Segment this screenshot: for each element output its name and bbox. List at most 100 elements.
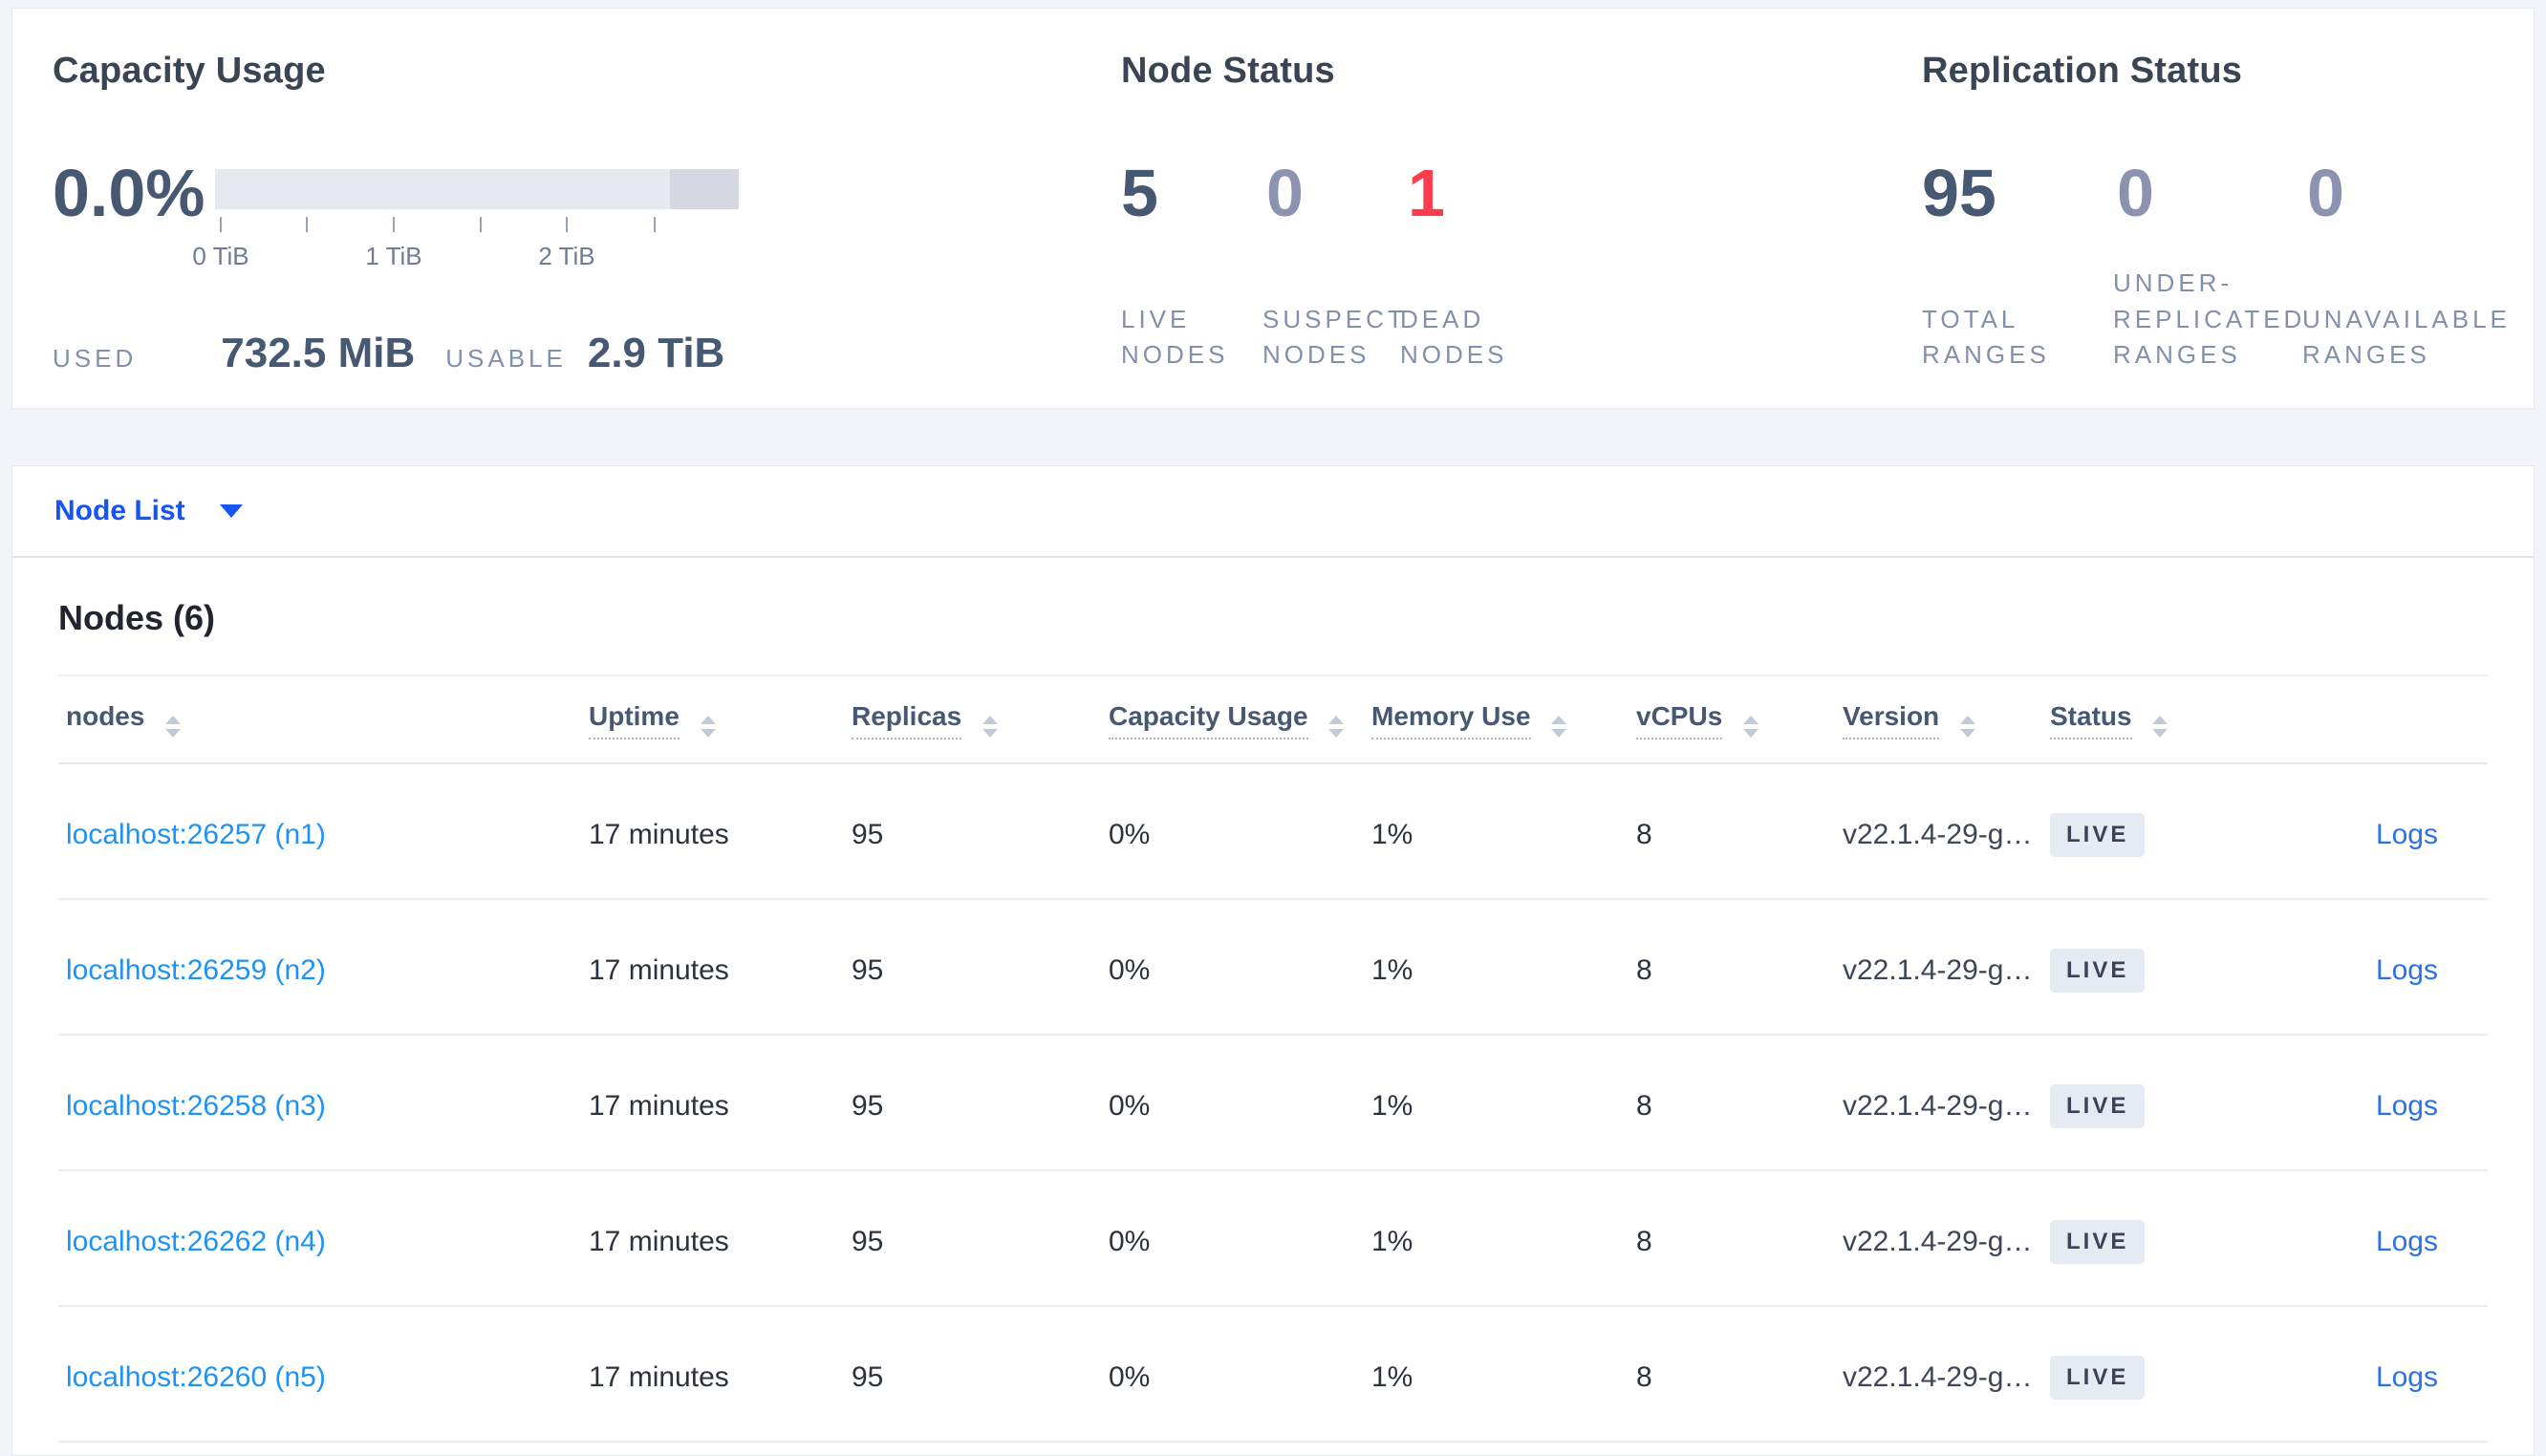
uptime-cell: 17 minutes bbox=[589, 1090, 729, 1122]
column-header-nodes[interactable]: nodes bbox=[58, 701, 589, 738]
axis-tick bbox=[566, 217, 568, 232]
memory-use-cell: 1% bbox=[1371, 819, 1413, 850]
column-header-vcpus[interactable]: vCPUs bbox=[1636, 701, 1843, 739]
logs-link[interactable]: Logs bbox=[2376, 819, 2438, 850]
suspect-nodes-count: 0 bbox=[1266, 156, 1304, 230]
capacity-usage-bar-chart: 0 TiB 1 TiB 2 TiB bbox=[192, 169, 739, 284]
capacity-bar-track bbox=[215, 169, 739, 209]
column-header-uptime[interactable]: Uptime bbox=[589, 701, 852, 739]
unavailable-ranges-label: UNAVAILABLE RANGES bbox=[2302, 304, 2511, 370]
axis-tick-label: 1 TiB bbox=[365, 242, 422, 270]
sort-icon bbox=[165, 716, 182, 738]
replicas-cell: 95 bbox=[852, 1226, 884, 1257]
vcpus-cell: 8 bbox=[1636, 1226, 1652, 1257]
capacity-usage-cell: 0% bbox=[1109, 819, 1151, 850]
logs-link[interactable]: Logs bbox=[2376, 1090, 2438, 1122]
sort-icon bbox=[1959, 716, 1975, 738]
version-cell: v22.1.4-29-g… bbox=[1843, 819, 2033, 850]
sort-icon bbox=[982, 716, 998, 738]
node-link[interactable]: localhost:26257 (n1) bbox=[66, 819, 326, 850]
memory-use-cell: 1% bbox=[1371, 954, 1413, 986]
status-badge: LIVE bbox=[2050, 813, 2146, 857]
total-ranges-count: 95 bbox=[1922, 156, 1996, 230]
sort-icon bbox=[1743, 716, 1759, 738]
vcpus-cell: 8 bbox=[1636, 1361, 1652, 1393]
vcpus-cell: 8 bbox=[1636, 1090, 1652, 1122]
under-replicated-ranges-label: UNDER-REPLICATED RANGES bbox=[2113, 268, 2306, 370]
node-status-title: Node Status bbox=[1121, 51, 1335, 91]
dead-nodes-count: 1 bbox=[1408, 156, 1445, 230]
axis-tick bbox=[654, 217, 656, 232]
column-header-status[interactable]: Status bbox=[2050, 701, 2247, 739]
vcpus-cell: 8 bbox=[1636, 819, 1652, 850]
node-link[interactable]: localhost:26262 (n4) bbox=[66, 1226, 326, 1257]
version-cell: v22.1.4-29-g… bbox=[1843, 954, 2033, 986]
used-label: USED bbox=[53, 344, 138, 373]
status-badge: LIVE bbox=[2050, 1220, 2146, 1264]
column-header-replicas[interactable]: Replicas bbox=[852, 701, 1109, 739]
axis-tick bbox=[393, 217, 395, 232]
node-row: localhost:26257 (n1) 17 minutes 95 0% 1%… bbox=[58, 764, 2488, 900]
status-badge: LIVE bbox=[2050, 1084, 2146, 1128]
node-link[interactable]: localhost:26258 (n3) bbox=[66, 1090, 326, 1122]
axis-tick bbox=[220, 217, 222, 232]
replicas-cell: 95 bbox=[852, 954, 884, 986]
live-nodes-label: LIVE NODES bbox=[1121, 304, 1229, 370]
under-replicated-ranges-count: 0 bbox=[2117, 156, 2154, 230]
total-ranges-label: TOTAL RANGES bbox=[1922, 304, 2050, 370]
sort-icon bbox=[700, 716, 716, 738]
replicas-cell: 95 bbox=[852, 819, 884, 850]
logs-link[interactable]: Logs bbox=[2376, 1226, 2438, 1257]
capacity-usage-cell: 0% bbox=[1109, 1090, 1151, 1122]
memory-use-cell: 1% bbox=[1371, 1090, 1413, 1122]
column-header-capacity-usage[interactable]: Capacity Usage bbox=[1109, 701, 1371, 739]
uptime-cell: 17 minutes bbox=[589, 954, 729, 986]
status-badge: LIVE bbox=[2050, 1356, 2146, 1400]
logs-link[interactable]: Logs bbox=[2376, 1361, 2438, 1393]
axis-tick-label: 0 TiB bbox=[192, 242, 249, 270]
status-badge: LIVE bbox=[2050, 949, 2146, 993]
version-cell: v22.1.4-29-g… bbox=[1843, 1361, 2033, 1393]
version-cell: v22.1.4-29-g… bbox=[1843, 1090, 2033, 1122]
usable-value: 2.9 TiB bbox=[587, 330, 725, 376]
memory-use-cell: 1% bbox=[1371, 1226, 1413, 1257]
capacity-usage-title: Capacity Usage bbox=[53, 51, 326, 91]
replication-status-title: Replication Status bbox=[1922, 51, 2243, 91]
view-selector-bar: Node List bbox=[11, 465, 2535, 557]
sort-icon bbox=[1328, 716, 1345, 738]
used-value: 732.5 MiB bbox=[221, 330, 416, 376]
uptime-cell: 17 minutes bbox=[589, 1226, 729, 1257]
replicas-cell: 95 bbox=[852, 1361, 884, 1393]
replicas-cell: 95 bbox=[852, 1090, 884, 1122]
node-row: localhost:26260 (n5) 17 minutes 95 0% 1%… bbox=[58, 1307, 2488, 1443]
nodes-table-header: nodes Uptime Replicas Capacity Usage Mem… bbox=[58, 676, 2488, 764]
logs-link[interactable]: Logs bbox=[2376, 954, 2438, 986]
capacity-usage-cell: 0% bbox=[1109, 1226, 1151, 1257]
node-link[interactable]: localhost:26260 (n5) bbox=[66, 1361, 326, 1393]
axis-tick-label: 2 TiB bbox=[538, 242, 595, 270]
node-row: localhost:26262 (n4) 17 minutes 95 0% 1%… bbox=[58, 1171, 2488, 1307]
sort-icon bbox=[2152, 716, 2168, 738]
node-list-dropdown-label: Node List bbox=[54, 495, 185, 526]
node-row: localhost:26258 (n3) 17 minutes 95 0% 1%… bbox=[58, 1036, 2488, 1171]
capacity-bar-reserved-segment bbox=[670, 169, 739, 209]
capacity-usage-details: USED 732.5 MiB USABLE 2.9 TiB bbox=[53, 330, 724, 377]
nodes-section-heading: Nodes (6) bbox=[58, 598, 216, 637]
node-link[interactable]: localhost:26259 (n2) bbox=[66, 954, 326, 986]
column-header-version[interactable]: Version bbox=[1843, 701, 2050, 739]
nodes-table-card: Nodes (6) nodes Uptime Replicas Capacity… bbox=[11, 557, 2535, 1456]
cluster-summary-panel: Capacity Usage 0.0% 0 TiB 1 TiB 2 TiB US… bbox=[11, 8, 2535, 409]
vcpus-cell: 8 bbox=[1636, 954, 1652, 986]
usable-label: USABLE bbox=[445, 344, 567, 373]
node-list-dropdown[interactable]: Node List bbox=[12, 466, 2534, 556]
column-header-memory-use[interactable]: Memory Use bbox=[1371, 701, 1636, 739]
capacity-usage-cell: 0% bbox=[1109, 954, 1151, 986]
uptime-cell: 17 minutes bbox=[589, 819, 729, 850]
sort-icon bbox=[1551, 716, 1567, 738]
axis-tick bbox=[306, 217, 308, 232]
uptime-cell: 17 minutes bbox=[589, 1361, 729, 1393]
memory-use-cell: 1% bbox=[1371, 1361, 1413, 1393]
capacity-used-percent: 0.0% bbox=[53, 156, 205, 230]
axis-tick bbox=[480, 217, 482, 232]
dead-nodes-label: DEAD NODES bbox=[1400, 304, 1508, 370]
